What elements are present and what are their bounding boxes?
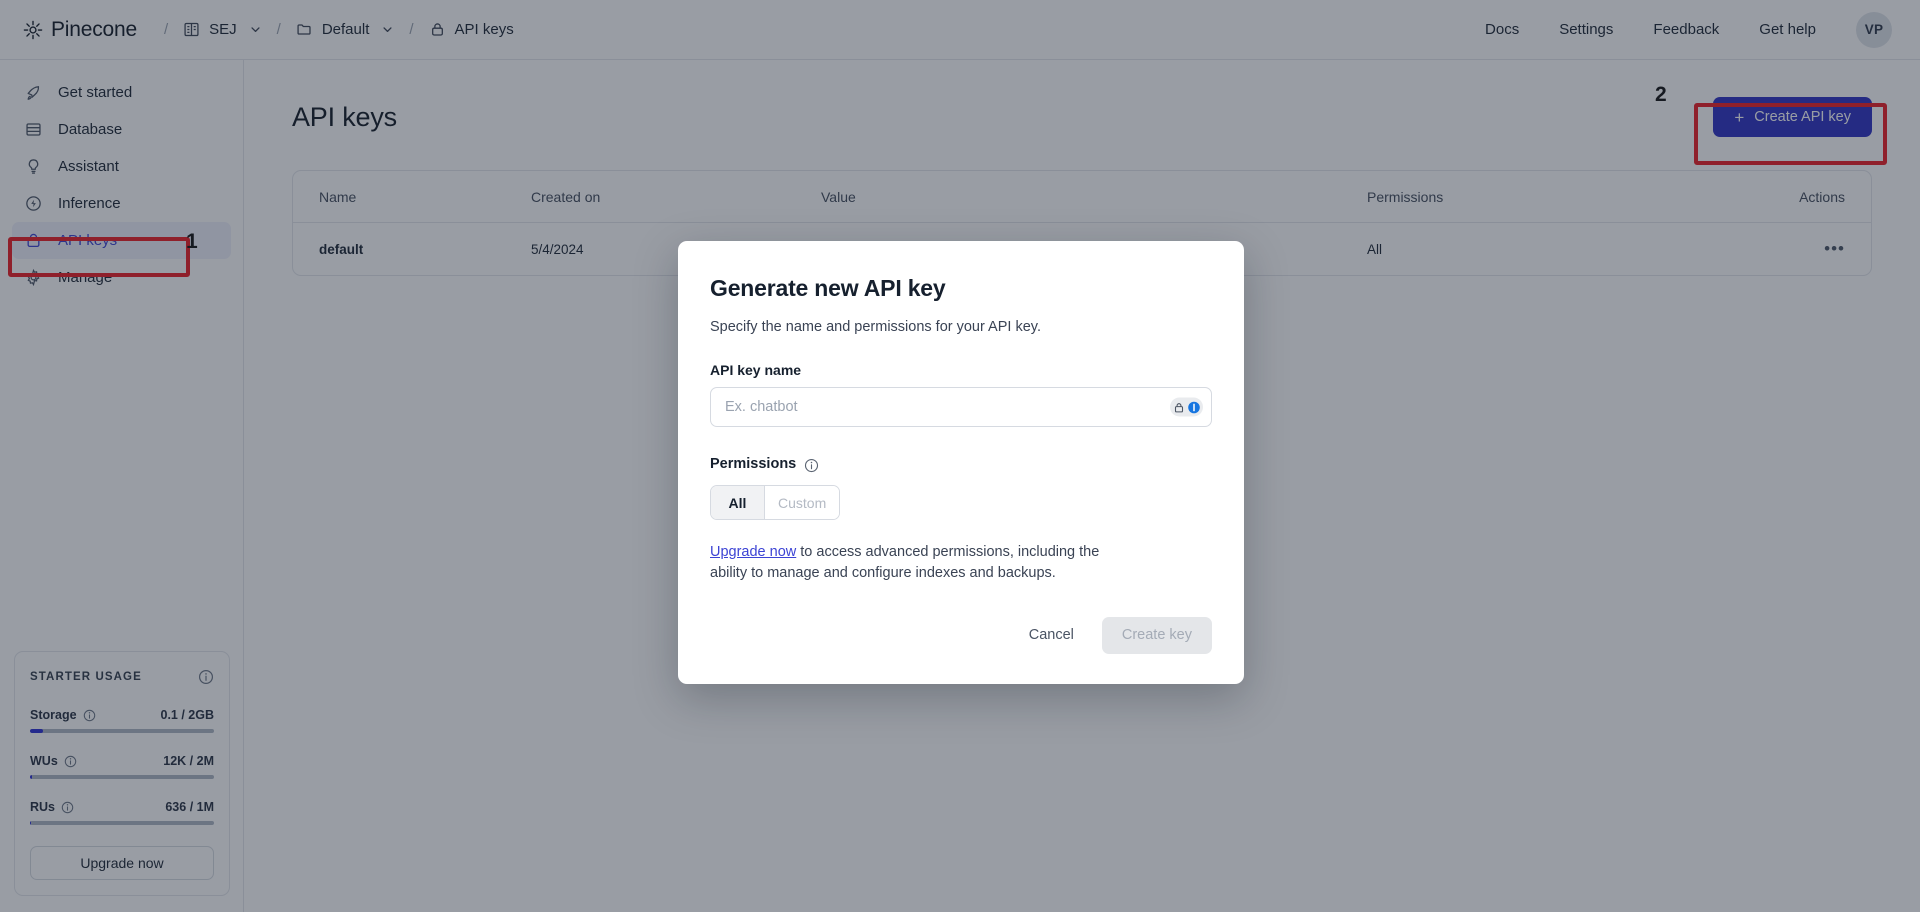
password-manager-badge[interactable] <box>1170 397 1203 417</box>
password-lock-icon <box>1172 400 1186 414</box>
modal-subtitle: Specify the name and permissions for you… <box>710 319 1041 335</box>
modal-actions: Cancel Create key <box>710 616 1212 654</box>
upgrade-now-link[interactable]: Upgrade now <box>710 544 796 560</box>
permissions-label-row: Permissions <box>710 456 1212 472</box>
info-icon[interactable] <box>804 458 819 472</box>
create-key-button[interactable]: Create key <box>1101 616 1212 654</box>
modal-title: Generate new API key <box>710 275 946 301</box>
cancel-button[interactable]: Cancel <box>1011 617 1092 654</box>
api-key-name-input[interactable] <box>710 387 1212 427</box>
password-manager-icon <box>1187 400 1201 414</box>
permissions-option-all[interactable]: All <box>711 486 765 519</box>
api-key-name-label: API key name <box>710 362 802 378</box>
generate-api-key-modal: Generate new API key Specify the name an… <box>678 241 1244 684</box>
permissions-option-custom[interactable]: Custom <box>765 486 840 519</box>
permissions-label: Permissions <box>710 456 797 472</box>
permissions-segmented-control: All Custom <box>710 485 841 520</box>
upgrade-note: Upgrade now to access advanced permissio… <box>710 542 1130 585</box>
